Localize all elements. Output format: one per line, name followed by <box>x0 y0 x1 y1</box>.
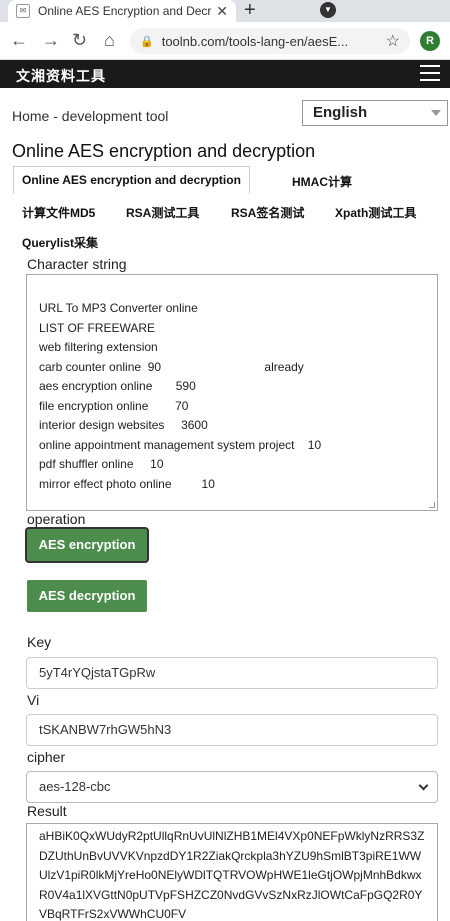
tab-hmac[interactable]: HMAC计算 <box>292 173 352 190</box>
tab-xpath[interactable]: Xpath测试工具 <box>335 204 416 221</box>
tab-aes[interactable]: Online AES encryption and decryption <box>13 166 250 194</box>
text-line: pdf shuffler online 10 <box>39 457 164 471</box>
reload-icon[interactable]: ↻ <box>72 30 87 50</box>
browser-tab-strip: ✉ Online AES Encryption and Decr ✕ + ▼ <box>0 0 450 22</box>
tab-title: Online AES Encryption and Decr <box>38 4 212 18</box>
string-label: Character string <box>27 256 127 272</box>
text-line: web filtering extension <box>39 340 158 354</box>
new-tab-icon[interactable]: + <box>244 0 256 20</box>
text-line: file encryption online 70 <box>39 398 189 413</box>
tab-search-icon[interactable]: ▼ <box>320 2 336 18</box>
key-label: Key <box>27 634 52 650</box>
aes-encryption-button[interactable]: AES encryption <box>27 529 147 561</box>
cipher-label: cipher <box>27 749 66 765</box>
site-header: 文湘资料工具 <box>0 60 450 88</box>
aes-decryption-button[interactable]: AES decryption <box>27 580 147 612</box>
page-title: Online AES encryption and decryption <box>12 141 316 161</box>
tab-rsa-test[interactable]: RSA测试工具 <box>126 204 199 221</box>
site-logo[interactable]: 文湘资料工具 <box>16 66 106 86</box>
tab-file-md5[interactable]: 计算文件MD5 <box>22 204 95 221</box>
text-line: carb counter online 90 already <box>39 359 304 374</box>
home-icon[interactable]: ⌂ <box>104 30 115 50</box>
chevron-down-icon <box>418 780 429 791</box>
bookmark-star-icon[interactable]: ☆ <box>386 31 400 51</box>
text-line: interior design websites 3600 <box>39 418 208 432</box>
text-line: LIST OF FREEWARE <box>39 320 156 335</box>
key-input[interactable]: 5yT4rYQjstaTGpRw <box>26 657 438 689</box>
browser-toolbar: ← → ↻ ⌂ 🔒 toolnb.com/tools-lang-en/aesE.… <box>0 22 450 60</box>
browser-tab[interactable]: ✉ Online AES Encryption and Decr ✕ <box>8 0 236 22</box>
text-line: URL To MP3 Converter online <box>39 301 198 315</box>
tab-querylist[interactable]: Querylist采集 <box>22 234 98 251</box>
url-text: toolnb.com/tools-lang-en/aesE... <box>161 33 349 49</box>
chevron-down-icon <box>431 110 441 116</box>
vi-label: Vi <box>27 692 40 708</box>
cipher-value: aes-128-cbc <box>39 779 111 794</box>
address-bar[interactable]: 🔒 toolnb.com/tools-lang-en/aesE... ☆ <box>130 28 410 54</box>
back-icon[interactable]: ← <box>10 30 28 50</box>
lock-icon[interactable]: 🔒 <box>140 35 154 48</box>
resize-handle[interactable] <box>429 502 435 508</box>
string-textarea[interactable]: URL To MP3 Converter online LIST OF FREE… <box>26 274 438 511</box>
cipher-select[interactable]: aes-128-cbc <box>26 771 438 803</box>
breadcrumb[interactable]: Home - development tool <box>12 108 168 124</box>
operation-label: operation <box>27 511 86 527</box>
favicon-icon: ✉ <box>16 4 30 18</box>
vi-input[interactable]: tSKANBW7rhGW5hN3 <box>26 714 438 746</box>
text-line: mirror effect photo online 10 <box>39 476 215 491</box>
result-label: Result <box>27 803 67 819</box>
text-line: aes encryption online 590 <box>39 379 196 393</box>
menu-icon[interactable] <box>420 65 440 81</box>
result-textarea[interactable]: aHBiK0QxWUdyR2ptUllqRnUvUlNlZHB1MEl4VXp0… <box>26 823 438 921</box>
close-tab-icon[interactable]: ✕ <box>216 3 228 20</box>
tab-rsa-sign[interactable]: RSA签名测试 <box>231 204 304 221</box>
language-select[interactable]: English <box>302 100 448 126</box>
forward-icon[interactable]: → <box>42 30 60 50</box>
profile-avatar[interactable]: R <box>420 31 440 51</box>
text-line: online appointment management system pro… <box>39 437 322 452</box>
language-value: English <box>313 104 368 121</box>
